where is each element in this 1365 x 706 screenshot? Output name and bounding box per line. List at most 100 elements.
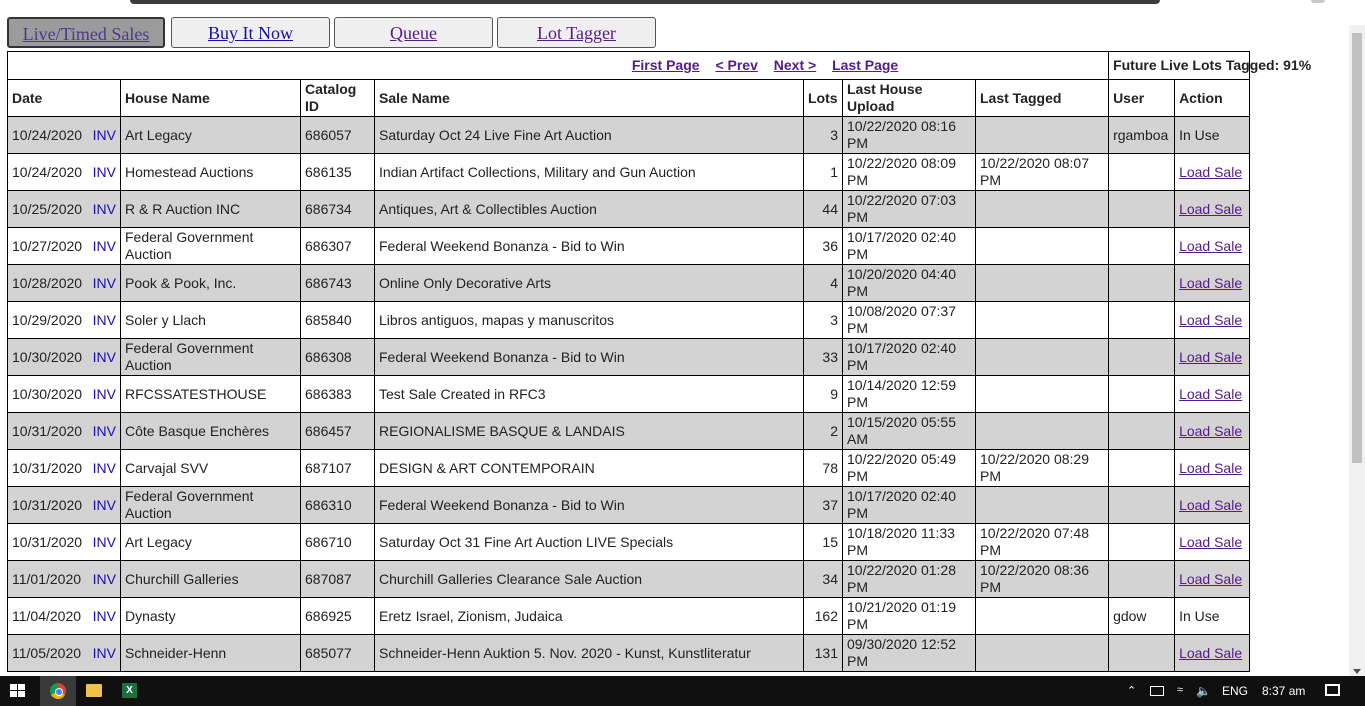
load-sale-link[interactable]: Load Sale	[1179, 645, 1242, 661]
cell-action[interactable]: Load Sale	[1174, 449, 1251, 487]
cell-last-house-upload: 10/18/2020 11:33 PM	[842, 523, 976, 561]
load-sale-link[interactable]: Load Sale	[1179, 238, 1242, 254]
cell-date: 11/05/2020 INV	[7, 634, 121, 672]
cell-date: 10/30/2020 INV	[7, 375, 121, 413]
cell-date: 10/31/2020 INV	[7, 486, 121, 524]
tray-chevron-up-icon[interactable]: ⌃	[1127, 684, 1136, 697]
scrollbar-thumb[interactable]	[1352, 33, 1362, 463]
inv-link[interactable]: INV	[93, 127, 116, 144]
prev-page-link[interactable]: < Prev	[715, 57, 757, 73]
cell-action: In Use	[1174, 597, 1251, 635]
tab-buy-it-now[interactable]: Buy It Now	[171, 17, 330, 48]
first-page-link[interactable]: First Page	[632, 57, 700, 73]
last-page-link[interactable]: Last Page	[832, 57, 898, 73]
taskbar-chrome[interactable]	[40, 676, 76, 706]
load-sale-link[interactable]: Load Sale	[1179, 164, 1242, 180]
load-sale-link[interactable]: Load Sale	[1179, 275, 1242, 291]
cell-last-house-upload: 10/22/2020 08:09 PM	[842, 153, 976, 191]
load-sale-link[interactable]: Load Sale	[1179, 534, 1242, 550]
cell-user	[1108, 227, 1176, 265]
cell-catalog-id: 686057	[300, 116, 375, 154]
inv-link[interactable]: INV	[93, 497, 116, 514]
load-sale-link[interactable]: Load Sale	[1179, 349, 1242, 365]
cell-house-name: Côte Basque Enchères	[120, 412, 301, 450]
cell-catalog-id: 687087	[300, 560, 375, 598]
cell-last-tagged	[974, 338, 1110, 376]
tab-live-timed-sales[interactable]: Live/Timed Sales	[7, 17, 165, 48]
language-indicator[interactable]: ENG	[1222, 684, 1248, 698]
load-sale-link[interactable]: Load Sale	[1179, 312, 1242, 328]
cell-action[interactable]: Load Sale	[1174, 153, 1251, 191]
cell-action[interactable]: Load Sale	[1174, 190, 1251, 228]
cell-action[interactable]: Load Sale	[1174, 486, 1251, 524]
inv-link[interactable]: INV	[93, 423, 116, 440]
cell-sale-name: Libros antiguos, mapas y manuscritos	[374, 301, 804, 339]
cell-action[interactable]: Load Sale	[1174, 523, 1251, 561]
excel-icon[interactable]: X	[122, 683, 137, 698]
inv-link[interactable]: INV	[93, 349, 116, 366]
inv-link[interactable]: INV	[93, 571, 116, 588]
cell-house-name: Soler y Llach	[120, 301, 301, 339]
cell-lots: 36	[803, 227, 843, 265]
cell-lots: 131	[803, 634, 843, 672]
cell-action[interactable]: Load Sale	[1174, 412, 1251, 450]
cell-action[interactable]: Load Sale	[1174, 560, 1251, 598]
inv-link[interactable]: INV	[93, 275, 116, 292]
inv-link[interactable]: INV	[93, 608, 116, 625]
load-sale-link[interactable]: Load Sale	[1179, 423, 1242, 439]
cell-action[interactable]: Load Sale	[1174, 301, 1251, 339]
windows-taskbar: X ⌃ ≈ 🔈 ENG 8:37 am	[0, 676, 1365, 706]
cell-catalog-id: 686135	[300, 153, 375, 191]
date-text: 10/29/2020	[12, 311, 83, 328]
inv-link[interactable]: INV	[93, 201, 116, 218]
next-page-link[interactable]: Next >	[774, 57, 816, 73]
inv-link[interactable]: INV	[93, 238, 116, 255]
tab-lot-tagger[interactable]: Lot Tagger	[497, 17, 656, 48]
windows-start-icon[interactable]	[10, 684, 26, 698]
inv-link[interactable]: INV	[93, 386, 116, 403]
cell-lots: 2	[803, 412, 843, 450]
tab-queue[interactable]: Queue	[334, 17, 493, 48]
cell-last-house-upload: 10/22/2020 08:16 PM	[842, 116, 976, 154]
file-explorer-icon[interactable]	[86, 684, 102, 697]
inv-link[interactable]: INV	[93, 460, 116, 477]
cell-action[interactable]: Load Sale	[1174, 338, 1251, 376]
load-sale-link[interactable]: Load Sale	[1179, 386, 1242, 402]
notifications-icon[interactable]	[1325, 684, 1340, 696]
clock[interactable]: 8:37 am	[1262, 684, 1305, 698]
cell-action[interactable]: Load Sale	[1174, 227, 1251, 265]
cell-last-house-upload: 10/14/2020 12:59 PM	[842, 375, 976, 413]
table-row: 10/24/2020 INV Homestead Auctions 686135 Ind…	[7, 153, 1251, 191]
inv-link[interactable]: INV	[93, 534, 116, 551]
cell-user	[1108, 634, 1176, 672]
volume-icon[interactable]: 🔈	[1196, 684, 1211, 698]
cell-last-tagged	[974, 190, 1110, 228]
load-sale-link[interactable]: Load Sale	[1179, 201, 1242, 217]
wifi-icon[interactable]: ≈	[1177, 684, 1183, 696]
battery-icon[interactable]	[1150, 686, 1164, 696]
cell-action[interactable]: Load Sale	[1174, 634, 1251, 672]
scroll-down-arrow-icon[interactable]	[1353, 669, 1361, 674]
inv-link[interactable]: INV	[93, 645, 116, 662]
vertical-scrollbar[interactable]	[1349, 25, 1365, 676]
load-sale-link[interactable]: Load Sale	[1179, 571, 1242, 587]
date-text: 10/30/2020	[12, 385, 83, 402]
cell-sale-name: Federal Weekend Bonanza - Bid to Win	[374, 338, 804, 376]
inv-link[interactable]: INV	[93, 312, 116, 329]
cell-last-house-upload: 10/20/2020 04:40 PM	[842, 264, 976, 302]
date-text: 10/31/2020	[12, 422, 83, 439]
cell-user	[1108, 375, 1176, 413]
cell-catalog-id: 686383	[300, 375, 375, 413]
load-sale-link[interactable]: Load Sale	[1179, 460, 1242, 476]
cell-user	[1108, 486, 1176, 524]
cell-action[interactable]: Load Sale	[1174, 375, 1251, 413]
cell-house-name: Federal Government Auction	[120, 227, 301, 265]
cell-action[interactable]: Load Sale	[1174, 264, 1251, 302]
cell-last-tagged: 10/22/2020 07:48 PM	[974, 523, 1110, 561]
date-text: 10/27/2020	[12, 237, 83, 254]
cell-last-house-upload: 10/22/2020 05:49 PM	[842, 449, 976, 487]
inv-link[interactable]: INV	[93, 164, 116, 181]
load-sale-link[interactable]: Load Sale	[1179, 497, 1242, 513]
cell-date: 11/04/2020 INV	[7, 597, 121, 635]
table-row: 10/31/2020 INV Côte Basque Enchères 686457 R…	[7, 412, 1251, 450]
